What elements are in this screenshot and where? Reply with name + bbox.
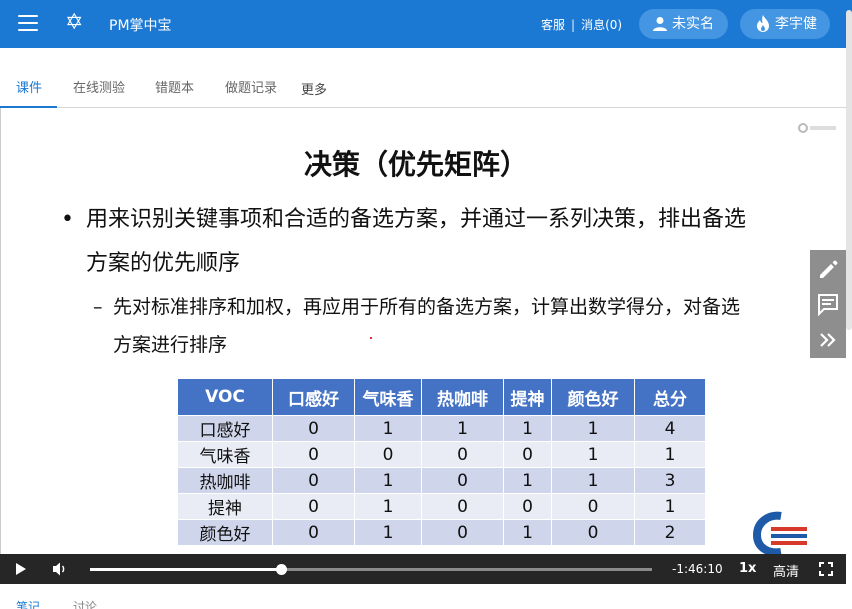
table-cell: 1: [634, 493, 706, 520]
table-header: 热咖啡: [421, 378, 504, 416]
user-icon: [653, 17, 667, 31]
table-cell: 3: [634, 467, 706, 494]
table-cell: 1: [421, 415, 504, 442]
volume-icon[interactable]: [52, 561, 68, 577]
course-tabs: 课件 在线测验 错题本 做题记录 更多: [0, 60, 852, 108]
table-cell: 0: [272, 467, 355, 494]
table-cell: 1: [634, 441, 706, 468]
slide-bullet: • 用来识别关键事项和合适的备选方案，并通过一系列决策，排出备选方案的优先顺序: [61, 198, 766, 286]
side-toolbar: [810, 250, 846, 358]
table-cell: 0: [421, 467, 504, 494]
pencil-icon[interactable]: [810, 250, 846, 286]
table-cell: 1: [503, 415, 552, 442]
top-links: 客服 | 消息(0): [541, 16, 622, 33]
slide-title: 决策（优先矩阵）: [303, 148, 528, 181]
table-header: 颜色好: [551, 378, 635, 416]
tab-courseware[interactable]: 课件: [16, 77, 42, 96]
table-cell: 0: [272, 493, 355, 520]
playback-speed-button[interactable]: 1x: [739, 561, 756, 576]
table-header: 气味香: [354, 378, 422, 416]
table-cell: 气味香: [177, 441, 273, 468]
table-cell: 2: [634, 519, 706, 546]
table-row: 提神 0 1 0 0 0 1: [177, 493, 706, 520]
table-cell: 1: [551, 467, 635, 494]
table-cell: 0: [503, 441, 552, 468]
table-cell: 0: [551, 519, 635, 546]
slide-watermark-logo: [798, 122, 838, 137]
table-cell: 0: [551, 493, 635, 520]
laser-pointer-dot: [370, 337, 372, 339]
progress-handle[interactable]: [276, 564, 288, 575]
time-remaining: -1:46:10: [672, 562, 723, 576]
table-cell: 1: [503, 467, 552, 494]
table-cell: 0: [272, 415, 355, 442]
verification-status-label: 未实名: [672, 16, 714, 32]
page-scrollbar[interactable]: [846, 10, 852, 330]
table-cell: 热咖啡: [177, 467, 273, 494]
table-header: 总分: [634, 378, 706, 416]
table-cell: 0: [354, 441, 422, 468]
bullet-symbol: •: [61, 207, 74, 232]
link-separator: |: [571, 18, 576, 32]
table-cell: 口感好: [177, 415, 273, 442]
bottom-tabs: 笔记 讨论: [0, 598, 852, 609]
flame-icon: [757, 15, 769, 32]
table-cell: 4: [634, 415, 706, 442]
play-icon[interactable]: [14, 562, 28, 576]
tab-wrong-questions[interactable]: 错题本: [155, 77, 194, 96]
table-header: VOC: [177, 378, 273, 416]
tab-online-quiz[interactable]: 在线测验: [73, 77, 125, 96]
slide-sub-bullet: – 先对标准排序和加权，再应用于所有的备选方案，计算出数学得分，对备选方案进行排…: [93, 288, 753, 364]
table-cell: 0: [421, 493, 504, 520]
table-cell: 1: [551, 441, 635, 468]
app-title: PM掌中宝: [109, 18, 172, 34]
fullscreen-icon[interactable]: [819, 562, 833, 576]
century-logo: [729, 508, 819, 554]
table-cell: 1: [354, 467, 422, 494]
verification-status-button[interactable]: 未实名: [639, 9, 728, 39]
tab-practice-history[interactable]: 做题记录: [225, 77, 277, 96]
video-controls: -1:46:10 1x 高清: [0, 554, 846, 584]
video-slide[interactable]: 决策（优先矩阵） • 用来识别关键事项和合适的备选方案，并通过一系列决策，排出备…: [0, 108, 846, 554]
table-cell: 1: [354, 493, 422, 520]
comment-icon[interactable]: [810, 286, 846, 322]
slide-sub-bullet-text: 先对标准排序和加权，再应用于所有的备选方案，计算出数学得分，对备选方案进行排序: [113, 296, 741, 356]
table-header: 口感好: [272, 378, 355, 416]
table-cell: 1: [503, 519, 552, 546]
table-cell: 1: [354, 519, 422, 546]
top-header: ✡ PM掌中宝 客服 | 消息(0) 未实名 李宇健: [0, 0, 852, 48]
table-cell: 0: [503, 493, 552, 520]
priority-matrix-table: VOC 口感好 气味香 热咖啡 提神 颜色好 总分 口感好 0 1 1 1 1 …: [177, 378, 706, 546]
messages-link[interactable]: 消息(0): [581, 18, 622, 32]
table-cell: 0: [272, 519, 355, 546]
table-row: 颜色好 0 1 0 1 0 2: [177, 519, 706, 546]
user-profile-button[interactable]: 李宇健: [740, 9, 830, 39]
table-cell: 提神: [177, 493, 273, 520]
table-header: 提神: [503, 378, 552, 416]
progress-bar[interactable]: [90, 564, 652, 575]
table-row: 热咖啡 0 1 0 1 1 3: [177, 467, 706, 494]
slide-bullet-text: 用来识别关键事项和合适的备选方案，并通过一系列决策，排出备选方案的优先顺序: [86, 207, 747, 276]
user-name-label: 李宇健: [775, 16, 817, 32]
table-row: 口感好 0 1 1 1 1 4: [177, 415, 706, 442]
table-cell: 0: [421, 519, 504, 546]
hamburger-menu-icon[interactable]: [18, 15, 38, 33]
tab-discussion[interactable]: 讨论: [73, 598, 97, 609]
table-header-row: VOC 口感好 气味香 热咖啡 提神 颜色好 总分: [177, 378, 706, 416]
table-cell: 1: [354, 415, 422, 442]
table-cell: 0: [421, 441, 504, 468]
table-row: 气味香 0 0 0 0 1 1: [177, 441, 706, 468]
customer-service-link[interactable]: 客服: [541, 18, 565, 32]
tab-more[interactable]: 更多: [301, 79, 327, 98]
sub-bullet-symbol: –: [93, 296, 103, 318]
table-cell: 0: [272, 441, 355, 468]
quality-button[interactable]: 高清: [773, 561, 799, 580]
table-cell: 1: [551, 415, 635, 442]
progress-fill: [90, 568, 282, 571]
table-cell: 颜色好: [177, 519, 273, 546]
tab-notes[interactable]: 笔记: [16, 598, 40, 609]
star-of-david-icon[interactable]: ✡: [65, 11, 83, 35]
double-chevron-right-icon[interactable]: [810, 322, 846, 358]
